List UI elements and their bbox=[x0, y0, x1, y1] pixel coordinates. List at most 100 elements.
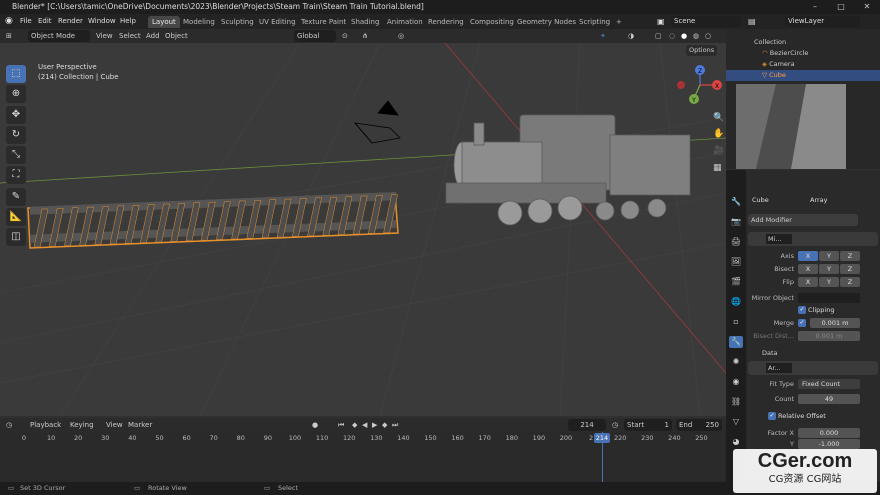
bisect-x-toggle[interactable]: X bbox=[798, 264, 818, 274]
cursor-tool-icon[interactable]: ⊕ bbox=[6, 85, 26, 103]
scale-tool-icon[interactable]: ⤡ bbox=[6, 146, 26, 164]
solid-shading-icon[interactable]: ● bbox=[681, 30, 687, 42]
pan-hand-icon[interactable]: ✋ bbox=[713, 129, 724, 139]
bisect-distance-field[interactable]: 0.001 m bbox=[798, 331, 860, 341]
close-button[interactable]: ✕ bbox=[854, 0, 880, 14]
tab-rendering[interactable]: Rendering bbox=[424, 16, 468, 28]
scene-icon[interactable]: ▣ bbox=[657, 16, 665, 27]
play-icon[interactable]: ▶ bbox=[372, 419, 377, 431]
tab-layout[interactable]: Layout bbox=[148, 16, 180, 28]
menu-edit[interactable]: Edit bbox=[38, 16, 52, 27]
next-keyframe-icon[interactable]: ◆ bbox=[382, 419, 387, 431]
tab-shading[interactable]: Shading bbox=[347, 16, 383, 28]
scene-tab-icon[interactable]: 🎬 bbox=[729, 276, 743, 288]
tool-tab-icon[interactable]: 🔧 bbox=[729, 196, 743, 208]
mirror-object-field[interactable] bbox=[798, 293, 860, 303]
add-cube-tool-icon[interactable]: ◫ bbox=[6, 228, 26, 246]
ortho-toggle-icon[interactable]: ▦ bbox=[713, 163, 722, 173]
physics-tab-icon[interactable]: ◉ bbox=[729, 376, 743, 388]
constraints-tab-icon[interactable]: ⛓ bbox=[729, 396, 743, 408]
blender-logo-icon[interactable]: ◉ bbox=[5, 16, 13, 27]
axis-y-toggle[interactable]: Y bbox=[819, 251, 839, 261]
render-tab-icon[interactable]: 📷 bbox=[729, 216, 743, 228]
pivot-icon[interactable]: ⊙ bbox=[342, 30, 348, 42]
timeline-ruler[interactable]: 0 10 20 30 40 50 60 70 80 90 100 110 120 130 140 150 160… bbox=[0, 432, 726, 444]
playhead-label[interactable]: 214 bbox=[594, 433, 610, 443]
zoom-icon[interactable]: 🔍 bbox=[713, 113, 724, 123]
move-tool-icon[interactable]: ✥ bbox=[6, 106, 26, 124]
options-button[interactable]: Options bbox=[686, 45, 718, 56]
mirror-modifier-header[interactable]: Mi... bbox=[748, 232, 878, 246]
merge-distance-field[interactable]: 0.001 m bbox=[810, 318, 860, 328]
tab-uv-editing[interactable]: UV Editing bbox=[255, 16, 300, 28]
outliner-row-beziercircle[interactable]: ◠ BezierCircle bbox=[726, 48, 880, 59]
merge-checkbox[interactable]: ✓ bbox=[798, 319, 806, 327]
menu-add[interactable]: Add bbox=[146, 30, 160, 42]
tab-sculpting[interactable]: Sculpting bbox=[217, 16, 258, 28]
current-frame-field[interactable]: 214 bbox=[568, 419, 606, 431]
bisect-z-toggle[interactable]: Z bbox=[840, 264, 860, 274]
rotate-tool-icon[interactable]: ↻ bbox=[6, 126, 26, 144]
collection-tab-icon[interactable]: ▫ bbox=[729, 316, 743, 328]
count-field[interactable]: 49 bbox=[798, 394, 860, 404]
modifier-tab-icon[interactable]: 🔧 bbox=[729, 336, 743, 348]
mirror-modifier-name[interactable]: Mi... bbox=[766, 234, 792, 244]
measure-tool-icon[interactable]: 📐 bbox=[6, 208, 26, 226]
orientation-selector[interactable]: Global bbox=[294, 30, 336, 42]
menu-help[interactable]: Help bbox=[120, 16, 136, 27]
end-frame-field[interactable]: End 250 bbox=[676, 419, 722, 431]
tab-geometry-nodes[interactable]: Geometry Nodes bbox=[513, 16, 580, 28]
tab-animation[interactable]: Animation bbox=[383, 16, 427, 28]
outliner-row-collection[interactable]: Collection bbox=[726, 37, 880, 48]
data-subpanel[interactable]: Data bbox=[762, 348, 778, 358]
rendered-shading-icon[interactable]: ○ bbox=[705, 30, 711, 42]
flip-z-toggle[interactable]: Z bbox=[840, 277, 860, 287]
factor-x-field[interactable]: 0.000 bbox=[798, 428, 860, 438]
tab-scripting[interactable]: Scripting bbox=[575, 16, 614, 28]
outliner-row-cube[interactable]: ▽ Cube bbox=[726, 70, 880, 81]
view-layer-tab-icon[interactable]: 🖼 bbox=[729, 256, 743, 268]
jump-end-icon[interactable]: ⏭ bbox=[392, 419, 398, 431]
menu-window[interactable]: Window bbox=[88, 16, 116, 27]
menu-keying[interactable]: Keying bbox=[70, 419, 94, 431]
array-modifier-header[interactable]: Ar... bbox=[748, 361, 878, 375]
3d-viewport[interactable]: Z X Y User Perspective (214) Collection … bbox=[0, 43, 726, 416]
tab-modeling[interactable]: Modeling bbox=[179, 16, 219, 28]
view-layer-selector[interactable]: ViewLayer bbox=[785, 16, 860, 27]
prev-keyframe-icon[interactable]: ◆ bbox=[352, 419, 357, 431]
transform-tool-icon[interactable]: ⛶ bbox=[6, 166, 26, 184]
particles-tab-icon[interactable]: ✺ bbox=[729, 356, 743, 368]
mode-selector[interactable]: Object Mode bbox=[28, 30, 90, 42]
outliner-row-camera[interactable]: ◈ Camera bbox=[726, 59, 880, 70]
start-frame-field[interactable]: Start 1 bbox=[624, 419, 672, 431]
snap-icon[interactable]: ⋔ bbox=[362, 30, 368, 42]
xray-icon[interactable]: ▢ bbox=[655, 30, 662, 42]
axis-z-toggle[interactable]: Z bbox=[840, 251, 860, 261]
array-modifier-name[interactable]: Ar... bbox=[766, 363, 792, 373]
clock-icon[interactable]: ◷ bbox=[612, 419, 618, 431]
clipping-checkbox[interactable]: ✓ bbox=[798, 306, 806, 314]
view-layer-icon[interactable]: ▤ bbox=[748, 16, 756, 27]
proportional-edit-icon[interactable]: ◎ bbox=[398, 30, 404, 42]
world-tab-icon[interactable]: 🌐 bbox=[729, 296, 743, 308]
timeline-editor-icon[interactable]: ◷ bbox=[6, 419, 12, 431]
overlay-icon[interactable]: ◑ bbox=[628, 30, 634, 42]
add-workspace-button[interactable]: + bbox=[612, 16, 626, 28]
tab-compositing[interactable]: Compositing bbox=[466, 16, 518, 28]
relative-offset-checkbox[interactable]: ✓ bbox=[768, 412, 776, 420]
gizmo-toggle-icon[interactable]: ✦ bbox=[600, 30, 606, 42]
fit-type-dropdown[interactable]: Fixed Count bbox=[798, 379, 860, 389]
annotate-tool-icon[interactable]: ✎ bbox=[6, 188, 26, 206]
factor-y-field[interactable]: -1.000 bbox=[798, 439, 860, 449]
menu-file[interactable]: File bbox=[20, 16, 32, 27]
menu-timeline-view[interactable]: View bbox=[106, 419, 123, 431]
menu-view[interactable]: View bbox=[96, 30, 113, 42]
menu-render[interactable]: Render bbox=[58, 16, 83, 27]
minimize-button[interactable]: – bbox=[802, 0, 828, 14]
menu-object[interactable]: Object bbox=[165, 30, 188, 42]
axis-x-toggle[interactable]: X bbox=[798, 251, 818, 261]
menu-select[interactable]: Select bbox=[119, 30, 141, 42]
wireframe-shading-icon[interactable]: ◌ bbox=[669, 30, 675, 42]
data-tab-icon[interactable]: ▽ bbox=[729, 416, 743, 428]
flip-x-toggle[interactable]: X bbox=[798, 277, 818, 287]
